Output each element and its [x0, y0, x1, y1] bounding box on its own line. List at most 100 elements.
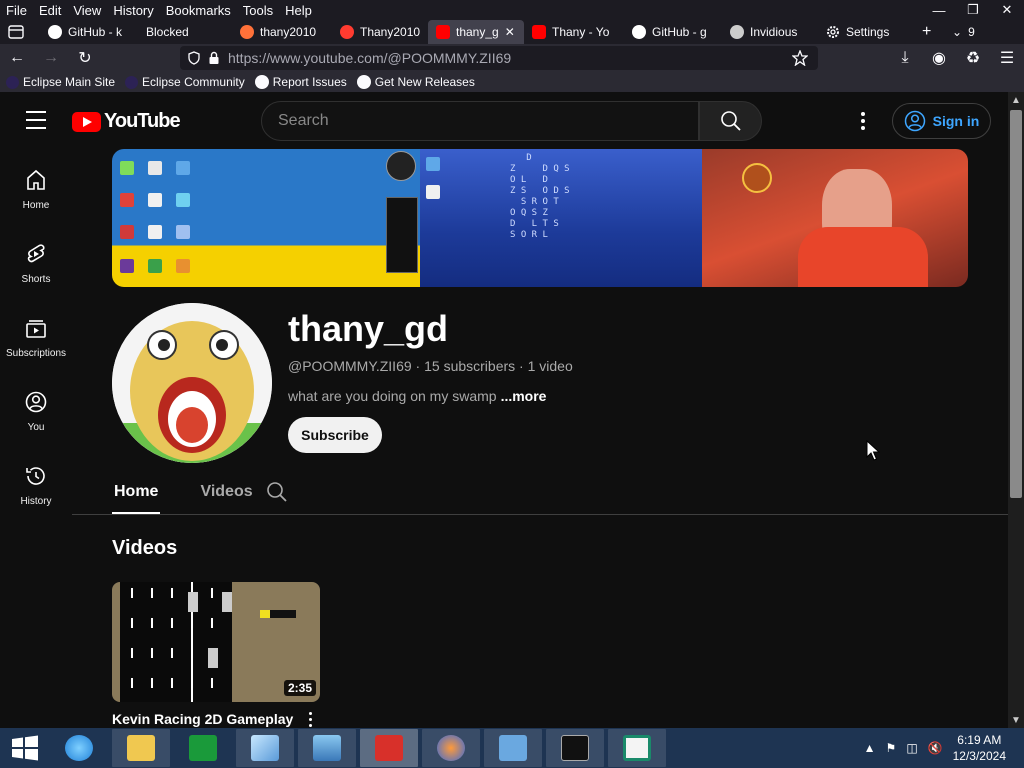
youtube-logo[interactable]: YouTube: [72, 110, 181, 133]
close-window-button[interactable]: ✕: [990, 0, 1024, 20]
menu-view[interactable]: View: [67, 3, 107, 18]
github-icon: [48, 25, 62, 39]
channel-description[interactable]: what are you doing on my swamp ...more: [288, 388, 546, 404]
settings-menu-button[interactable]: [853, 111, 873, 131]
minimize-button[interactable]: —: [922, 0, 956, 20]
search-button[interactable]: [699, 101, 762, 141]
bookmark-eclipse-community[interactable]: Eclipse Community: [125, 75, 245, 89]
taskbar-store[interactable]: [174, 729, 232, 767]
browser-tab-blocked[interactable]: Blocked: [132, 20, 232, 44]
taskbar-notepad[interactable]: [236, 729, 294, 767]
video-action-menu[interactable]: [305, 710, 315, 728]
new-tab-button[interactable]: +: [914, 20, 944, 44]
menu-bar: File Edit View History Bookmarks Tools H…: [0, 0, 1024, 20]
taskbar-file-explorer[interactable]: [112, 729, 170, 767]
taskbar-internet-explorer[interactable]: [50, 729, 108, 767]
forward-button[interactable]: →: [34, 44, 68, 72]
lock-icon: [209, 51, 219, 64]
browser-tab-thany2010[interactable]: thany2010: [232, 20, 332, 44]
subscribe-button[interactable]: Subscribe: [288, 417, 382, 453]
browser-tab-thany-yo[interactable]: Thany - Yo: [524, 20, 624, 44]
url-text: https://www.youtube.com/@POOMMMY.ZII69: [228, 50, 512, 66]
scroll-up-icon[interactable]: ▲: [1008, 92, 1024, 108]
menu-tools[interactable]: Tools: [237, 3, 279, 18]
scrollbar-thumb[interactable]: [1010, 110, 1022, 498]
browser-tab-thany-gd[interactable]: thany_g ✕: [428, 20, 524, 44]
taskbar-publisher[interactable]: [608, 729, 666, 767]
guide-menu-button[interactable]: [26, 111, 46, 129]
meta-separator: ·: [411, 358, 425, 374]
account-button[interactable]: ◉: [922, 44, 956, 72]
taskbar-control-panel[interactable]: [484, 729, 542, 767]
clock[interactable]: 6:19 AM 12/3/2024: [953, 732, 1006, 764]
action-center-flag-icon[interactable]: ⚑: [886, 741, 897, 755]
bookmark-report-issues[interactable]: Report Issues: [254, 75, 347, 89]
volume-muted-icon[interactable]: 🔇: [928, 741, 943, 755]
hamburger-menu-icon: ☰: [999, 50, 1015, 67]
menu-bookmarks[interactable]: Bookmarks: [160, 3, 237, 18]
home-icon: [27, 169, 45, 190]
channel-avatar[interactable]: [112, 303, 272, 463]
navigation-toolbar: ← → ↻ https://www.youtube.com/@POOMMMY.Z…: [0, 44, 1024, 72]
youtube-page: YouTube Search Sign in Home Shorts Subsc…: [0, 92, 1008, 728]
guide-item-you[interactable]: You: [0, 372, 72, 446]
guide-item-subscriptions[interactable]: Subscriptions: [0, 298, 72, 372]
taskbar-command-prompt[interactable]: [546, 729, 604, 767]
channel-search-icon[interactable]: [266, 481, 288, 503]
reload-button[interactable]: ↻: [68, 44, 102, 72]
bookmark-label: Eclipse Main Site: [23, 75, 116, 89]
downloads-button[interactable]: ⤓: [888, 44, 922, 72]
taskbar-paint[interactable]: [298, 729, 356, 767]
browser-tab-invidious[interactable]: Invidious: [722, 20, 818, 44]
restore-button[interactable]: ❐: [956, 0, 990, 20]
tab-home[interactable]: Home: [112, 472, 161, 514]
video-title[interactable]: Kevin Racing 2D Gameplay: [112, 711, 293, 727]
menu-edit[interactable]: Edit: [33, 3, 67, 18]
bookmark-label: Eclipse Community: [142, 75, 245, 89]
windows-taskbar: ▲ ⚑ ◫ 🔇 6:19 AM 12/3/2024: [0, 728, 1024, 768]
more-link[interactable]: ...more: [501, 388, 547, 404]
tab-overflow-button[interactable]: ⌄ 9: [944, 20, 980, 44]
tab-videos[interactable]: Videos: [198, 472, 254, 514]
start-button[interactable]: [0, 728, 50, 768]
extensions-button[interactable]: ♻: [956, 44, 990, 72]
page-scrollbar[interactable]: ▲ ▼: [1008, 92, 1024, 728]
menu-file[interactable]: File: [0, 3, 33, 18]
puzzle-icon: ♻: [965, 50, 981, 67]
windows-logo-icon: [12, 735, 38, 761]
close-tab-icon[interactable]: ✕: [505, 25, 515, 39]
address-bar[interactable]: https://www.youtube.com/@POOMMMY.ZII69: [180, 46, 818, 70]
network-icon[interactable]: ◫: [906, 741, 917, 755]
browser-tab-Thany2010[interactable]: Thany2010: [332, 20, 428, 44]
guide-item-home[interactable]: Home: [0, 150, 72, 224]
video-duration: 2:35: [283, 680, 316, 696]
guide-item-history[interactable]: History: [0, 446, 72, 520]
tab-count: 9: [968, 25, 975, 39]
taskbar-firefox[interactable]: [422, 729, 480, 767]
browser-tab-github-k[interactable]: GitHub - k: [40, 20, 132, 44]
browser-tab-settings[interactable]: Settings: [818, 20, 914, 44]
back-button[interactable]: ←: [0, 44, 34, 72]
menu-help[interactable]: Help: [279, 3, 318, 18]
bookmark-eclipse-main-site[interactable]: Eclipse Main Site: [6, 75, 115, 89]
banner-puzzle-screenshot: D Z D Q S O L D Z S O D S S R O T O Q S …: [420, 149, 702, 287]
banner-desktop-screenshot: [112, 149, 420, 287]
bookmark-get-new-releases[interactable]: Get New Releases: [356, 75, 475, 89]
tab-label: GitHub - g: [652, 25, 707, 39]
scroll-down-icon[interactable]: ▼: [1008, 712, 1024, 728]
guide-item-shorts[interactable]: Shorts: [0, 224, 72, 298]
pdf-reader-icon: [375, 735, 403, 761]
bookmarks-toolbar: Eclipse Main Site Eclipse Community Repo…: [0, 72, 1024, 92]
video-thumbnail[interactable]: 2:35: [112, 582, 320, 702]
menu-history[interactable]: History: [107, 3, 159, 18]
app-menu-button[interactable]: ☰: [990, 44, 1024, 72]
taskbar-pdf-reader[interactable]: [360, 729, 418, 767]
tab-list-button[interactable]: [0, 20, 40, 44]
shield-icon: [188, 51, 200, 65]
sign-in-button[interactable]: Sign in: [892, 103, 991, 139]
bookmark-star-icon[interactable]: [792, 50, 808, 66]
browser-tab-github-g[interactable]: GitHub - g: [624, 20, 722, 44]
show-hidden-icons-icon[interactable]: ▲: [864, 741, 876, 755]
sign-in-label: Sign in: [932, 113, 980, 129]
search-input[interactable]: Search: [261, 101, 699, 141]
